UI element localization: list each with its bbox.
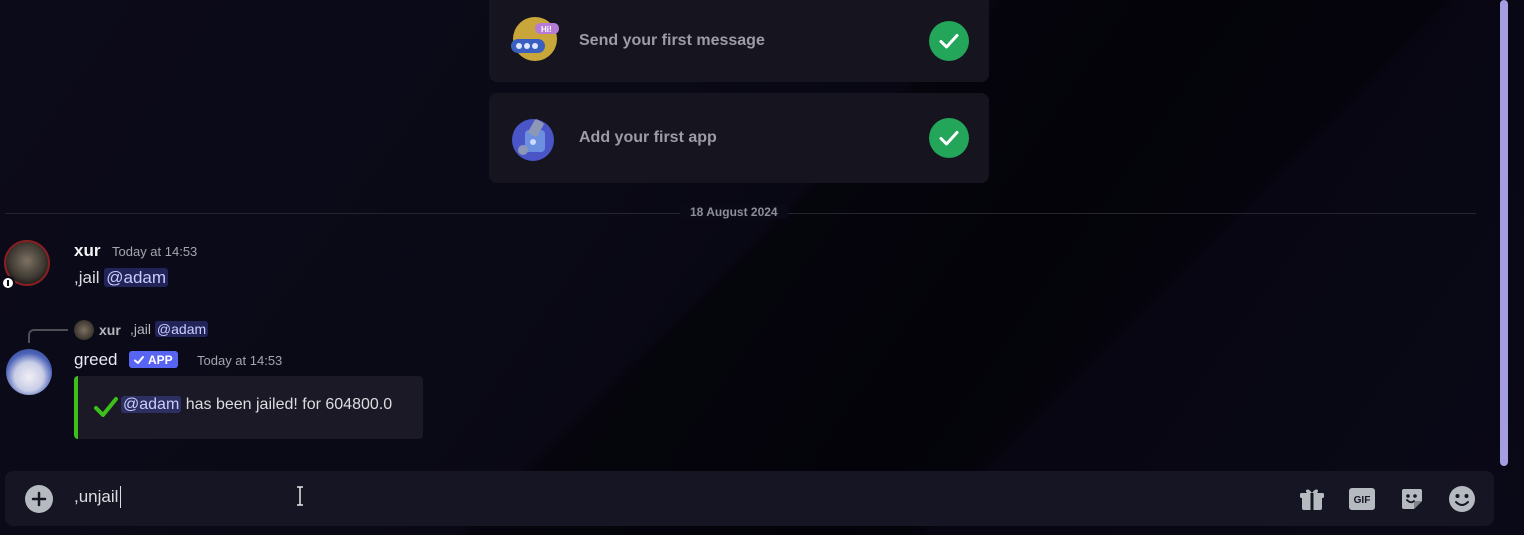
message-content: ,jail @adam — [74, 268, 169, 288]
checklist-item-label: Send your first message — [579, 32, 765, 49]
scrollbar-thumb[interactable] — [1500, 0, 1508, 466]
reply-text: ,jail — [130, 321, 152, 337]
message-author[interactable]: xur — [74, 241, 100, 261]
checklist-item-first-app[interactable]: Add your first app — [489, 93, 989, 183]
embed-text: has been jailed! for 604800.0 — [185, 396, 393, 413]
message-input-value: ,unjail — [74, 487, 119, 506]
hi-bubble-icon: Hi! — [511, 17, 559, 65]
embed-description: @adam has been jailed! for 604800.0 — [121, 396, 392, 414]
app-badge: APP — [129, 351, 178, 368]
reply-preview[interactable]: ,jail @adam — [130, 321, 209, 337]
plus-icon — [31, 491, 47, 507]
verified-check-icon — [134, 355, 144, 364]
user-mention[interactable]: @adam — [104, 268, 169, 287]
checklist-item-first-message[interactable]: Hi! Send your first message — [489, 0, 989, 82]
avatar[interactable] — [6, 349, 52, 395]
gift-icon[interactable] — [1297, 484, 1327, 514]
check-icon — [94, 396, 118, 423]
gif-icon[interactable]: GIF — [1347, 484, 1377, 514]
text-caret — [120, 486, 122, 508]
check-done-icon — [929, 118, 969, 158]
user-mention[interactable]: @adam — [154, 321, 209, 337]
message-timestamp[interactable]: Today at 14:53 — [197, 353, 282, 368]
app-badge-label: APP — [148, 352, 173, 367]
check-done-icon — [929, 21, 969, 61]
date-divider-label: 18 August 2024 — [680, 205, 788, 219]
user-mention[interactable]: @adam — [121, 396, 182, 413]
message-input[interactable]: ,unjail — [74, 486, 122, 508]
message-embed: @adam has been jailed! for 604800.0 — [74, 376, 423, 439]
gif-icon-label: GIF — [1354, 495, 1371, 506]
emoji-icon[interactable] — [1447, 484, 1477, 514]
message-text: ,jail — [74, 268, 100, 287]
svg-text:Hi!: Hi! — [541, 25, 552, 34]
badge-icon — [1, 276, 15, 290]
reply-author[interactable]: xur — [99, 322, 121, 338]
wrench-robot-icon — [511, 114, 559, 162]
reply-spine — [28, 329, 68, 343]
message-author[interactable]: greed — [74, 350, 117, 370]
sticker-icon[interactable] — [1397, 484, 1427, 514]
reply-avatar — [74, 320, 94, 340]
message-timestamp[interactable]: Today at 14:53 — [112, 244, 197, 259]
message-composer[interactable]: ,unjail GIF — [5, 471, 1494, 526]
checklist-item-label: Add your first app — [579, 129, 717, 146]
ibeam-cursor-icon — [295, 486, 305, 511]
add-attachment-button[interactable] — [25, 485, 53, 513]
